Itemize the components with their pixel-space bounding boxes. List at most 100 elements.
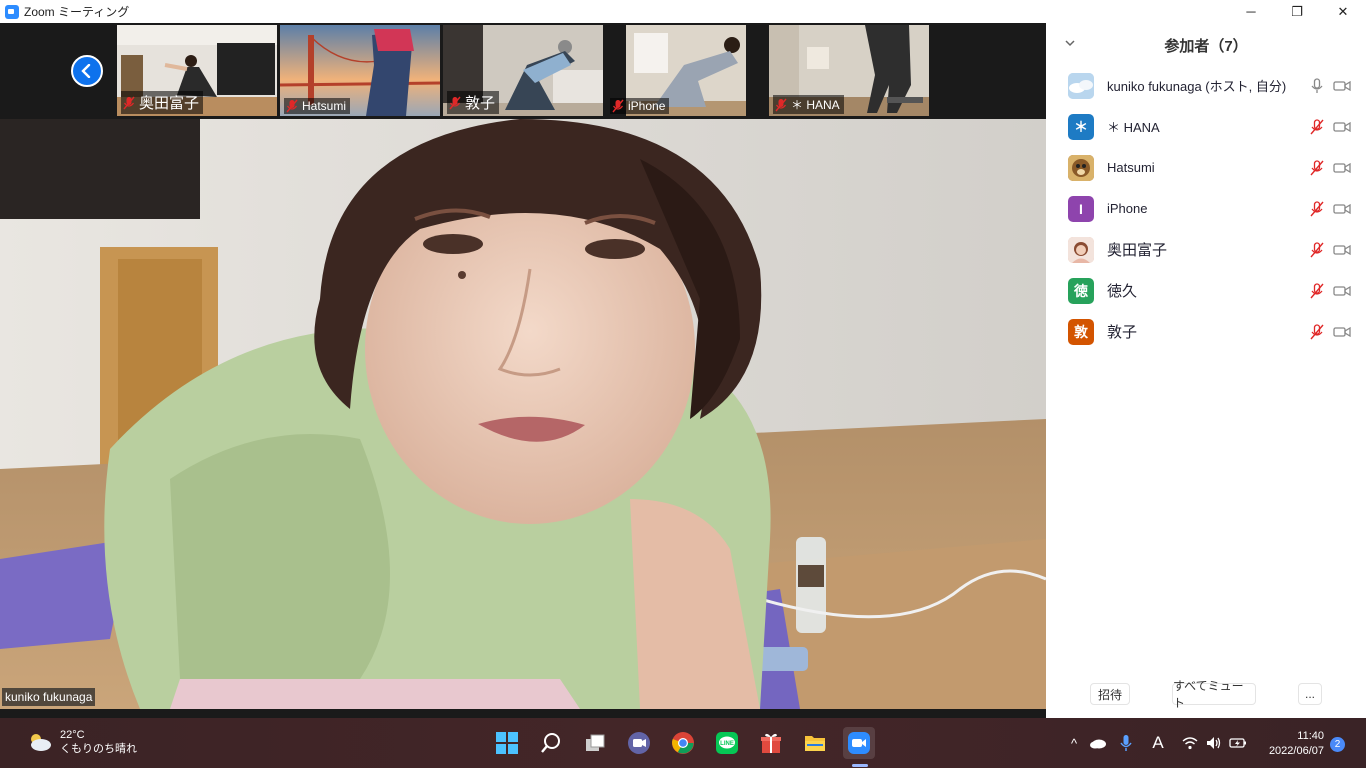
person-avatar-icon xyxy=(1068,236,1094,263)
mic-off-icon[interactable] xyxy=(1310,200,1324,217)
gift-button[interactable] xyxy=(755,727,787,759)
notification-badge[interactable]: 2 xyxy=(1330,737,1345,752)
thumbnail-nameplate: iPhone xyxy=(610,98,670,114)
teams-chat-button[interactable] xyxy=(623,727,655,759)
participant-row[interactable]: 徳 徳久 xyxy=(1046,270,1366,311)
mic-off-icon[interactable] xyxy=(1310,323,1324,340)
participant-name: iPhone xyxy=(1107,201,1148,216)
participant-name: Hatsumi xyxy=(1107,160,1155,175)
zoom-taskbar-button[interactable] xyxy=(843,727,875,759)
tray-overflow-chevron[interactable]: ^ xyxy=(1064,733,1084,753)
participant-name: ＊ HANA xyxy=(1107,120,1160,135)
thumbnail-name: Hatsumi xyxy=(302,99,347,113)
weather-condition: くもりのち晴れ xyxy=(60,743,137,755)
camera-icon[interactable] xyxy=(1333,284,1351,298)
chrome-button[interactable] xyxy=(667,727,699,759)
video-thumbnail[interactable]: Hatsumi xyxy=(280,25,440,116)
zoom-app-icon xyxy=(5,4,19,19)
search-icon xyxy=(541,733,560,753)
participant-avatar: I xyxy=(1068,195,1094,222)
minimize-button[interactable]: ─ xyxy=(1228,0,1274,23)
search-button[interactable] xyxy=(535,727,567,759)
video-thumbnail[interactable]: 敦子 xyxy=(443,25,603,116)
speaker-nameplate: kuniko fukunaga xyxy=(2,688,96,706)
previous-page-button[interactable] xyxy=(71,55,103,87)
clock-date: 2022/06/07 xyxy=(1268,745,1324,757)
sky-avatar-icon xyxy=(1068,72,1094,99)
thumbnail-name: 奥田富子 xyxy=(139,95,200,112)
gift-icon xyxy=(761,733,781,753)
active-app-indicator xyxy=(852,764,868,767)
battery-charging-icon xyxy=(1229,738,1246,748)
video-thumbnail[interactable]: 奥田富子 xyxy=(117,25,277,116)
start-button[interactable] xyxy=(491,727,523,759)
participant-row[interactable]: ＊ ＊ HANA xyxy=(1046,106,1366,147)
cloud-icon xyxy=(1090,739,1106,749)
system-clock[interactable]: 11:40 2022/06/07 xyxy=(1258,729,1324,759)
ime-indicator[interactable]: A xyxy=(1148,733,1168,753)
mic-icon[interactable] xyxy=(1310,77,1324,94)
mic-off-icon[interactable] xyxy=(1310,118,1324,135)
volume-icon[interactable] xyxy=(1204,733,1224,753)
restore-button[interactable]: ❐ xyxy=(1274,0,1320,23)
chevron-left-icon xyxy=(81,64,91,78)
file-explorer-button[interactable] xyxy=(799,727,831,759)
svg-text:LINE: LINE xyxy=(720,741,734,747)
wifi-signal-icon xyxy=(1182,737,1198,750)
participant-avatar xyxy=(1068,154,1094,181)
zoom-window: Zoom ミーティング ─ ❐ ✕ 奥田富子 Hatsumi 敦子 iPhone… xyxy=(0,0,1366,768)
speaker-icon xyxy=(1207,737,1221,749)
participant-row[interactable]: kuniko fukunaga (ホスト, 自分) xyxy=(1046,65,1366,106)
participant-name: 徳久 xyxy=(1107,283,1138,300)
participant-row[interactable]: 奥田富子 xyxy=(1046,229,1366,270)
weather-widget[interactable]: 22°C くもりのち晴れ xyxy=(27,728,137,756)
thumbnail-nameplate: ＊ HANA xyxy=(773,95,844,114)
camera-icon[interactable] xyxy=(1333,202,1351,216)
thumbnail-nameplate: Hatsumi xyxy=(284,98,351,114)
panel-header: 参加者（7） xyxy=(1046,23,1366,65)
mute-all-button[interactable]: すべてミュート xyxy=(1172,679,1256,710)
task-view-icon xyxy=(586,734,605,751)
camera-icon[interactable] xyxy=(1333,325,1351,339)
active-speaker-video[interactable]: kuniko fukunaga xyxy=(0,119,1046,709)
mic-off-icon[interactable] xyxy=(1310,159,1324,176)
camera-icon[interactable] xyxy=(1333,161,1351,175)
chrome-icon xyxy=(672,732,694,754)
video-thumbnail[interactable]: iPhone xyxy=(606,25,766,116)
video-stage: 奥田富子 Hatsumi 敦子 iPhone ＊ HANA kuniko fuk… xyxy=(0,23,1046,718)
participant-avatar: 敦 xyxy=(1068,318,1094,345)
battery-icon[interactable] xyxy=(1228,733,1248,753)
camera-icon[interactable] xyxy=(1333,120,1351,134)
mic-off-icon xyxy=(123,96,135,109)
window-title: Zoom ミーティング xyxy=(24,5,130,19)
task-view-button[interactable] xyxy=(579,727,611,759)
invite-button[interactable]: 招待 xyxy=(1090,683,1130,705)
speaker-video-frame xyxy=(0,119,1046,709)
more-options-button[interactable]: ... xyxy=(1298,683,1322,705)
title-bar: Zoom ミーティング ─ ❐ ✕ xyxy=(0,0,1366,23)
folder-icon xyxy=(805,736,825,751)
camera-icon[interactable] xyxy=(1333,243,1351,257)
participant-row[interactable]: I iPhone xyxy=(1046,188,1366,229)
onedrive-icon[interactable] xyxy=(1088,733,1108,753)
mic-off-icon[interactable] xyxy=(1310,282,1324,299)
participant-row[interactable]: 敦 敦子 xyxy=(1046,311,1366,352)
participant-name: 奥田富子 xyxy=(1107,242,1168,259)
participant-name: 敦子 xyxy=(1107,324,1138,341)
line-button[interactable]: LINE xyxy=(711,727,743,759)
video-thumbnail[interactable]: ＊ HANA xyxy=(769,25,929,116)
microphone-tray-icon[interactable] xyxy=(1116,733,1136,753)
mic-off-icon xyxy=(449,96,461,109)
wifi-icon[interactable] xyxy=(1180,733,1200,753)
clock-time: 11:40 xyxy=(1297,730,1324,742)
camera-icon[interactable] xyxy=(1333,79,1351,93)
close-button[interactable]: ✕ xyxy=(1320,0,1366,23)
weather-temperature: 22°C xyxy=(60,729,85,741)
panel-footer: 招待 すべてミュート ... xyxy=(1046,679,1366,710)
participant-row[interactable]: Hatsumi xyxy=(1046,147,1366,188)
mic-off-icon[interactable] xyxy=(1310,241,1324,258)
panel-title: 参加者（7） xyxy=(1164,38,1248,55)
animal-avatar-icon xyxy=(1068,154,1094,181)
thumbnail-name: 敦子 xyxy=(465,95,496,112)
participant-avatar xyxy=(1068,72,1094,99)
